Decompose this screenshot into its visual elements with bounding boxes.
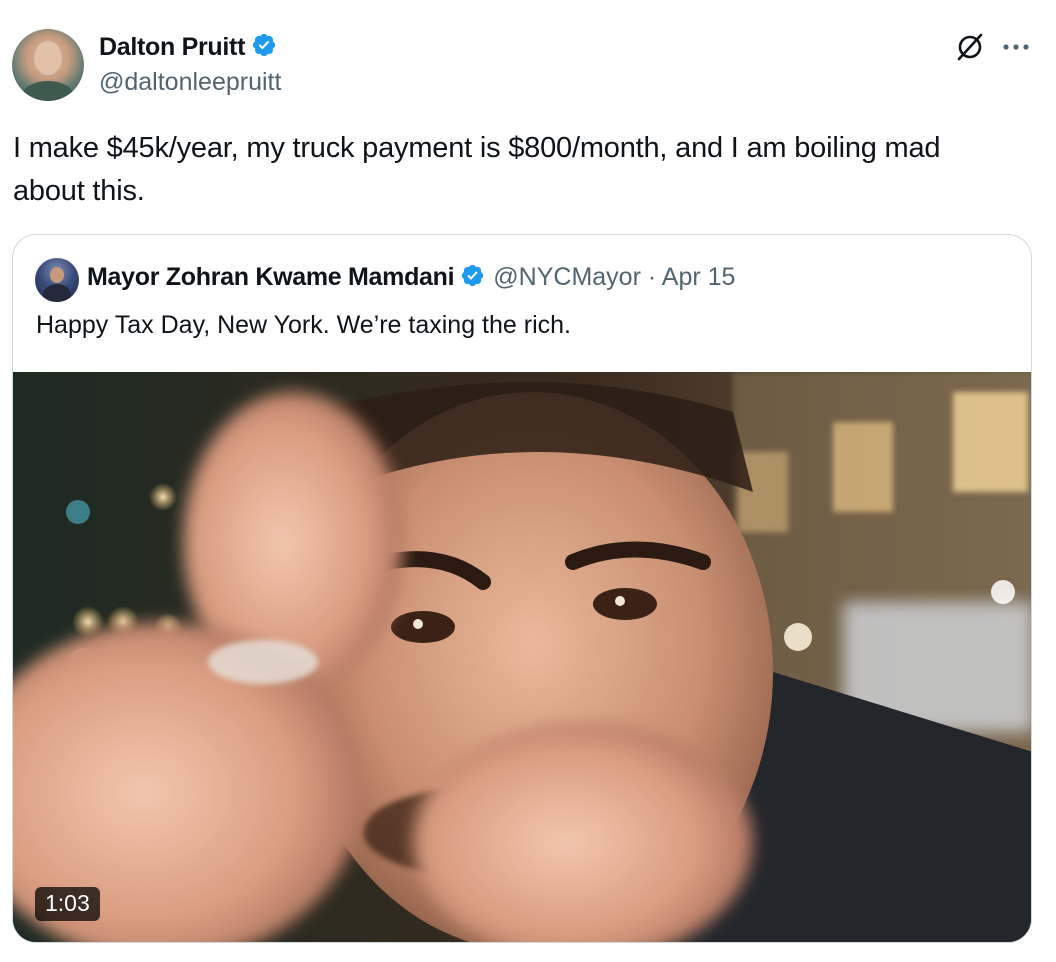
quoted-avatar-body <box>43 284 71 302</box>
quoted-author-name[interactable]: Mayor Zohran Kwame Mamdani <box>87 263 455 291</box>
avatar-shirt <box>22 81 74 101</box>
verified-badge-icon <box>252 33 276 57</box>
quoted-header: Mayor Zohran Kwame Mamdani @NYCMayor · Ap… <box>87 263 735 292</box>
quoted-tweet-card[interactable]: Mayor Zohran Kwame Mamdani @NYCMayor · Ap… <box>12 234 1032 943</box>
quoted-avatar-face <box>50 267 64 283</box>
separator-dot: · <box>647 263 657 291</box>
tweet-text: I make $45k/year, my truck payment is $8… <box>13 132 941 207</box>
quoted-author-avatar[interactable] <box>35 258 79 302</box>
quoted-date[interactable]: Apr 15 <box>662 263 736 291</box>
video-player[interactable]: 1:03 <box>13 372 1031 942</box>
author-name[interactable]: Dalton Pruitt <box>99 32 277 62</box>
video-duration-badge: 1:03 <box>35 887 100 921</box>
grok-icon[interactable] <box>955 32 985 62</box>
video-thumbnail <box>13 372 1031 942</box>
more-icon[interactable] <box>1000 32 1032 62</box>
quoted-author-handle[interactable]: @NYCMayor <box>493 263 641 291</box>
quoted-tweet-text: Happy Tax Day, New York. We’re taxing th… <box>36 311 571 339</box>
author-handle[interactable]: @daltonleepruitt <box>99 68 281 97</box>
verified-badge-icon <box>462 264 484 287</box>
avatar-face <box>34 41 62 75</box>
author-avatar[interactable] <box>12 29 84 101</box>
author-name-text[interactable]: Dalton Pruitt <box>99 33 245 61</box>
